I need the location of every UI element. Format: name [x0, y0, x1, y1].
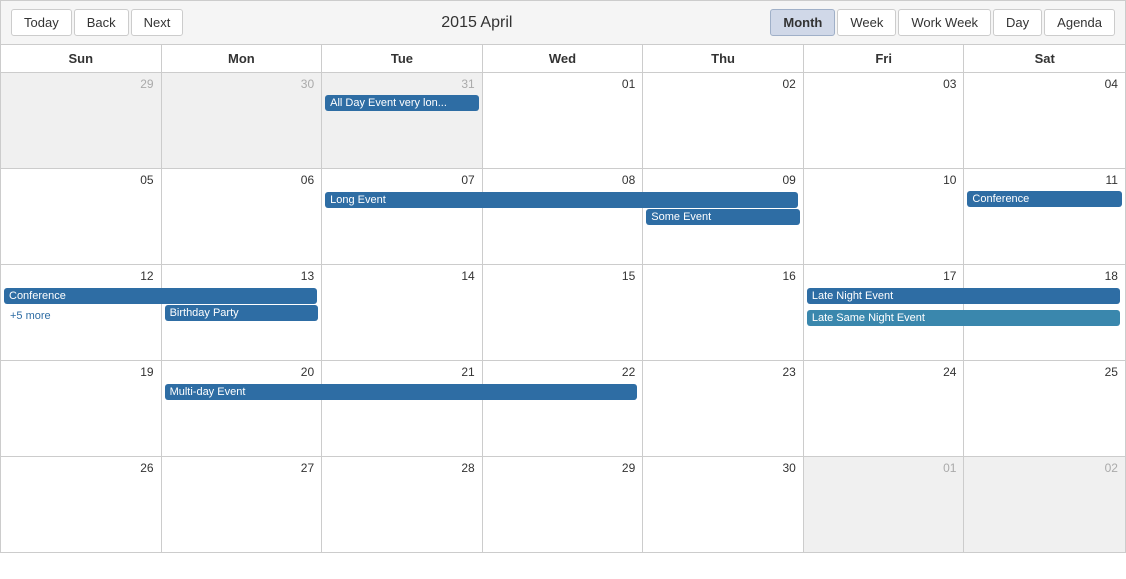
calendar-cell: 13 Birthday Party [162, 265, 323, 360]
calendar-cell: 26 [1, 457, 162, 552]
calendar-grid: Sun Mon Tue Wed Thu Fri Sat 29 30 31 All… [1, 45, 1125, 552]
calendar-cell: 01 [804, 457, 965, 552]
calendar-cell: 22 [483, 361, 644, 456]
header-wed: Wed [483, 45, 644, 72]
today-button[interactable]: Today [11, 9, 72, 36]
toolbar: Today Back Next 2015 April Month Week Wo… [1, 1, 1125, 45]
event-late-same-night[interactable]: Late Same Night Event [807, 310, 1120, 326]
calendar-week: 26 27 28 29 30 01 02 [1, 457, 1125, 552]
next-button[interactable]: Next [131, 9, 184, 36]
calendar-cell: 09 Some Event [643, 169, 804, 264]
event-multiday[interactable]: Multi-day Event [165, 384, 638, 400]
calendar-cell: 25 [964, 361, 1125, 456]
header-tue: Tue [322, 45, 483, 72]
work-week-button[interactable]: Work Week [898, 9, 991, 36]
calendar-cell: 10 [804, 169, 965, 264]
calendar-cell: 27 [162, 457, 323, 552]
calendar-cell: 07 Long Event [322, 169, 483, 264]
calendar-cell: 02 [643, 73, 804, 168]
calendar-week: 29 30 31 All Day Event very lon... 01 02… [1, 73, 1125, 169]
calendar-cell: 24 [804, 361, 965, 456]
calendar-cell: 08 [483, 169, 644, 264]
calendar-cell: 29 [1, 73, 162, 168]
event-long[interactable]: Long Event [325, 192, 798, 208]
agenda-button[interactable]: Agenda [1044, 9, 1115, 36]
calendar-title: 2015 April [183, 14, 770, 32]
calendar-cell: 03 [804, 73, 965, 168]
calendar-cell: 11 Conference [964, 169, 1125, 264]
calendar-cell: 30 [643, 457, 804, 552]
calendar-cell: 16 [643, 265, 804, 360]
calendar-cell: 29 [483, 457, 644, 552]
calendar-cell: 06 [162, 169, 323, 264]
event[interactable]: All Day Event very lon... [325, 95, 479, 111]
calendar-cell: 01 [483, 73, 644, 168]
calendar-cell: 31 All Day Event very lon... [322, 73, 483, 168]
toolbar-right: Month Week Work Week Day Agenda [770, 9, 1115, 36]
calendar-cell: 14 [322, 265, 483, 360]
calendar-container: Today Back Next 2015 April Month Week Wo… [0, 0, 1126, 553]
header-mon: Mon [162, 45, 323, 72]
calendar-header: Sun Mon Tue Wed Thu Fri Sat [1, 45, 1125, 73]
calendar-week: 19 20 Multi-day Event 21 22 23 24 25 [1, 361, 1125, 457]
calendar-week: 05 06 07 Long Event 08 09 Some Event 10 … [1, 169, 1125, 265]
more-link[interactable]: +5 more [6, 309, 55, 323]
event-conference[interactable]: Conference [967, 191, 1122, 207]
calendar-cell: 12 Conference +5 more [1, 265, 162, 360]
calendar-cell: 17 Late Night Event Late Same Night Even… [804, 265, 965, 360]
event-late-night[interactable]: Late Night Event [807, 288, 1120, 304]
header-sat: Sat [964, 45, 1125, 72]
calendar-week: 12 Conference +5 more 13 Birthday Party … [1, 265, 1125, 361]
month-button[interactable]: Month [770, 9, 835, 36]
calendar-cell: 02 [964, 457, 1125, 552]
calendar-cell: 19 [1, 361, 162, 456]
calendar-cell: 15 [483, 265, 644, 360]
week-button[interactable]: Week [837, 9, 896, 36]
calendar-cell: 05 [1, 169, 162, 264]
calendar-weeks: 29 30 31 All Day Event very lon... 01 02… [1, 73, 1125, 552]
event-some[interactable]: Some Event [646, 209, 800, 225]
event-birthday[interactable]: Birthday Party [165, 305, 319, 321]
header-thu: Thu [643, 45, 804, 72]
calendar-cell: 28 [322, 457, 483, 552]
calendar-cell: 23 [643, 361, 804, 456]
back-button[interactable]: Back [74, 9, 129, 36]
calendar-cell: 04 [964, 73, 1125, 168]
header-fri: Fri [804, 45, 965, 72]
header-sun: Sun [1, 45, 162, 72]
calendar-cell: 30 [162, 73, 323, 168]
calendar-cell: 20 Multi-day Event [162, 361, 323, 456]
calendar-cell: 21 [322, 361, 483, 456]
toolbar-left: Today Back Next [11, 9, 183, 36]
day-button[interactable]: Day [993, 9, 1042, 36]
event-conference2[interactable]: Conference [4, 288, 317, 304]
